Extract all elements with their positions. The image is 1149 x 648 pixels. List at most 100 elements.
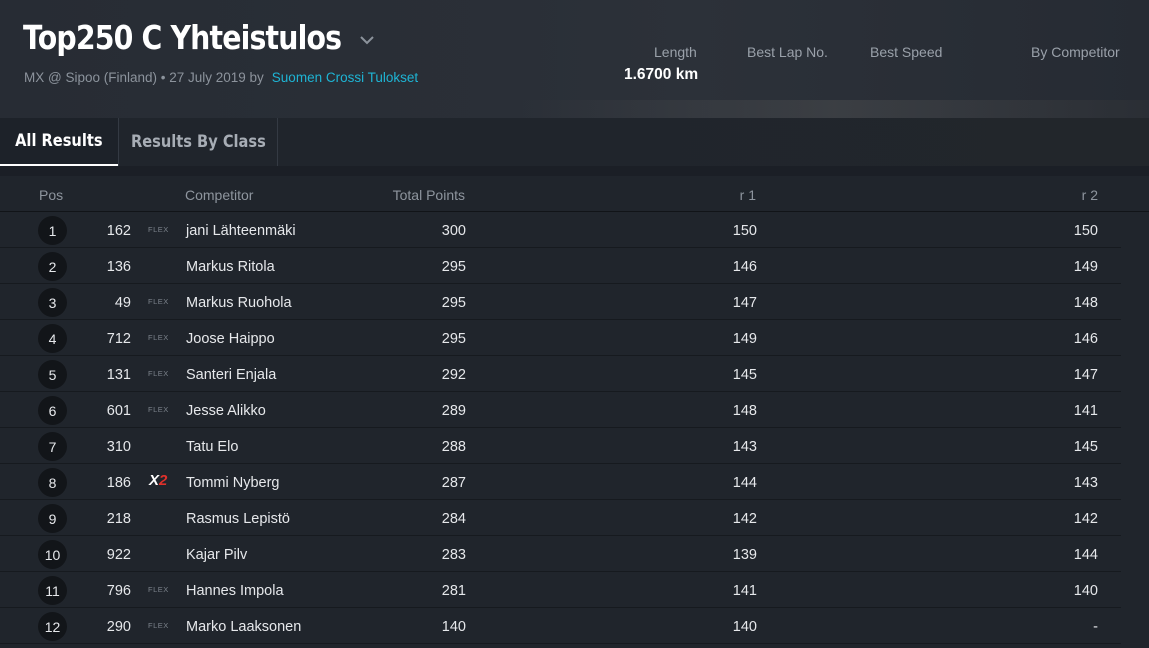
competitor-name[interactable]: Marko Laaksonen xyxy=(186,619,301,635)
race-1-points: 148 xyxy=(732,403,757,419)
total-points: 281 xyxy=(441,583,466,599)
table-row[interactable]: 6 601 FLEX Jesse Alikko 289 148 141 xyxy=(0,392,1121,428)
rider-number: 131 xyxy=(106,367,131,383)
race-2-points: 140 xyxy=(1073,583,1098,599)
column-r2[interactable]: r 2 xyxy=(1082,187,1098,203)
total-points: 295 xyxy=(441,331,466,347)
competitor-name[interactable]: Joose Haippo xyxy=(186,331,275,347)
competitor-name[interactable]: Rasmus Lepistö xyxy=(186,511,290,527)
race-2-points: 150 xyxy=(1073,223,1098,239)
position-badge: 5 xyxy=(38,360,67,389)
rider-number: 922 xyxy=(106,547,131,563)
race-1-points: 139 xyxy=(732,547,757,563)
table-row[interactable]: 7 310 Tatu Elo 288 143 145 xyxy=(0,428,1121,464)
rider-number: 218 xyxy=(106,511,131,527)
flex-badge: FLEX xyxy=(148,225,169,234)
position-badge: 1 xyxy=(38,216,67,245)
rider-number: 162 xyxy=(106,223,131,239)
total-points: 140 xyxy=(441,619,466,635)
position-badge: 3 xyxy=(38,288,67,317)
race-1-points: 146 xyxy=(732,259,757,275)
flex-badge: FLEX xyxy=(148,333,169,342)
title-wrap: Top250 C Yhteistulos xyxy=(23,18,353,57)
race-1-points: 143 xyxy=(732,439,757,455)
race-2-points: 141 xyxy=(1073,403,1098,419)
race-2-points: - xyxy=(1093,619,1098,635)
column-competitor[interactable]: Competitor xyxy=(185,187,253,203)
competitor-name[interactable]: Markus Ruohola xyxy=(186,295,292,311)
table-row[interactable]: 8 186 X2 Tommi Nyberg 287 144 143 xyxy=(0,464,1121,500)
organizer-link[interactable]: Suomen Crossi Tulokset xyxy=(272,70,418,85)
race-2-points: 144 xyxy=(1073,547,1098,563)
position-badge: 7 xyxy=(38,432,67,461)
x2-badge: X2 xyxy=(149,472,168,489)
race-2-points: 147 xyxy=(1073,367,1098,383)
position-badge: 9 xyxy=(38,504,67,533)
total-points: 300 xyxy=(441,223,466,239)
table-row[interactable]: 12 290 FLEX Marko Laaksonen 140 140 - xyxy=(0,608,1121,644)
table-row[interactable]: 10 922 Kajar Pilv 283 139 144 xyxy=(0,536,1121,572)
race-1-points: 144 xyxy=(732,475,757,491)
column-r1[interactable]: r 1 xyxy=(740,187,756,203)
flex-badge: FLEX xyxy=(148,369,169,378)
race-1-points: 145 xyxy=(732,367,757,383)
total-points: 295 xyxy=(441,295,466,311)
tab-bar: All Results Results By Class xyxy=(0,118,1149,166)
total-points: 295 xyxy=(441,259,466,275)
event-subtitle: MX @ Sipoo (Finland) • 27 July 2019 by Su… xyxy=(24,70,418,85)
rider-number: 290 xyxy=(106,619,131,635)
total-points: 287 xyxy=(441,475,466,491)
tab-results-by-class[interactable]: Results By Class xyxy=(118,118,278,166)
title-row: Top250 C Yhteistulos xyxy=(23,18,375,57)
race-2-points: 145 xyxy=(1073,439,1098,455)
position-badge: 8 xyxy=(38,468,67,497)
competitor-name[interactable]: Jesse Alikko xyxy=(186,403,266,419)
column-total-points[interactable]: Total Points xyxy=(393,187,465,203)
competitor-name[interactable]: Kajar Pilv xyxy=(186,547,247,563)
flex-badge: FLEX xyxy=(148,405,169,414)
competitor-name[interactable]: Markus Ritola xyxy=(186,259,275,275)
race-1-points: 149 xyxy=(732,331,757,347)
position-badge: 12 xyxy=(38,612,67,641)
total-points: 289 xyxy=(441,403,466,419)
race-2-points: 146 xyxy=(1073,331,1098,347)
race-1-points: 141 xyxy=(732,583,757,599)
competitor-name[interactable]: Tatu Elo xyxy=(186,439,238,455)
table-row[interactable]: 11 796 FLEX Hannes Impola 281 141 140 xyxy=(0,572,1121,608)
table-header: Pos Competitor Total Points r 1 r 2 xyxy=(0,176,1149,212)
table-row[interactable]: 5 131 FLEX Santeri Enjala 292 145 147 xyxy=(0,356,1121,392)
rider-number: 796 xyxy=(106,583,131,599)
race-1-points: 142 xyxy=(732,511,757,527)
position-badge: 10 xyxy=(38,540,67,569)
stat-best-lap-label: Best Lap No. xyxy=(747,44,828,60)
competitor-name[interactable]: Santeri Enjala xyxy=(186,367,276,383)
stat-best-speed-label: Best Speed xyxy=(870,44,943,60)
rider-number: 49 xyxy=(114,295,131,311)
race-2-points: 148 xyxy=(1073,295,1098,311)
stat-length-value: 1.6700 km xyxy=(624,66,699,83)
flex-badge: FLEX xyxy=(148,621,169,630)
rider-number: 136 xyxy=(106,259,131,275)
event-details: MX @ Sipoo (Finland) • 27 July 2019 by xyxy=(24,70,264,85)
total-points: 292 xyxy=(441,367,466,383)
competitor-name[interactable]: Tommi Nyberg xyxy=(186,475,279,491)
table-row[interactable]: 2 136 Markus Ritola 295 146 149 xyxy=(0,248,1121,284)
table-row[interactable]: 1 162 FLEX jani Lähteenmäki 300 150 150 xyxy=(0,212,1121,248)
rider-number: 310 xyxy=(106,439,131,455)
table-row[interactable]: 3 49 FLEX Markus Ruohola 295 147 148 xyxy=(0,284,1121,320)
competitor-name[interactable]: jani Lähteenmäki xyxy=(186,223,296,239)
race-2-points: 143 xyxy=(1073,475,1098,491)
race-1-points: 147 xyxy=(732,295,757,311)
position-badge: 2 xyxy=(38,252,67,281)
tab-all-results-label: All Results xyxy=(15,131,103,151)
column-pos[interactable]: Pos xyxy=(39,187,63,203)
race-2-points: 149 xyxy=(1073,259,1098,275)
tab-all-results[interactable]: All Results xyxy=(0,118,118,166)
competitor-name[interactable]: Hannes Impola xyxy=(186,583,284,599)
table-row[interactable]: 4 712 FLEX Joose Haippo 295 149 146 xyxy=(0,320,1121,356)
stat-length-label: Length xyxy=(654,44,697,60)
table-row[interactable]: 9 218 Rasmus Lepistö 284 142 142 xyxy=(0,500,1121,536)
chevron-down-icon[interactable] xyxy=(359,32,375,48)
rider-number: 186 xyxy=(106,475,131,491)
event-header: Top250 C Yhteistulos MX @ Sipoo (Finland… xyxy=(0,0,1149,118)
